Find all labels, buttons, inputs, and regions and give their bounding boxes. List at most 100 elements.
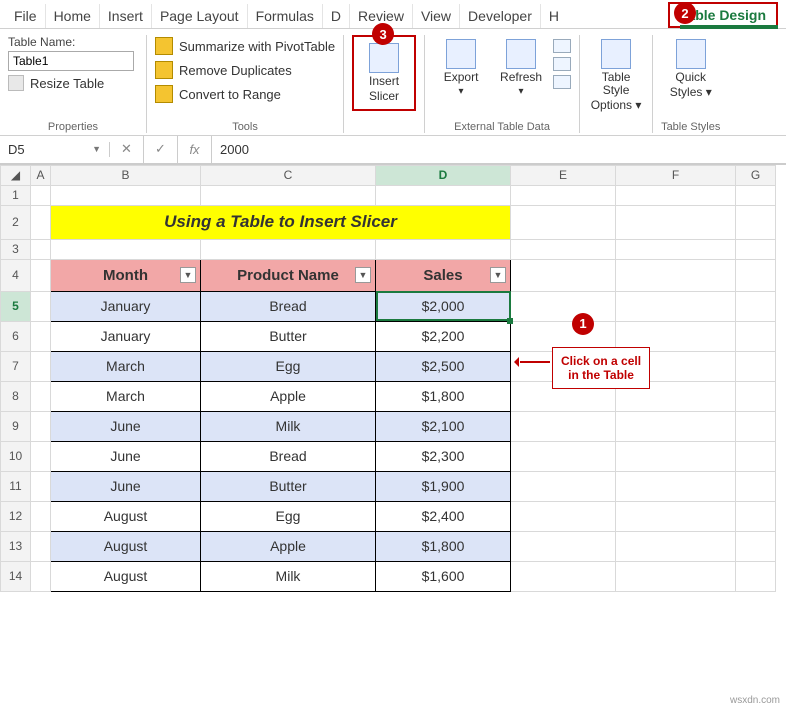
ext-mini-icon-3[interactable] [553, 75, 571, 89]
filter-month-icon[interactable]: ▼ [180, 267, 196, 283]
cell-C8[interactable]: Apple [201, 381, 376, 411]
cell-C13[interactable]: Apple [201, 531, 376, 561]
cell-D12[interactable]: $2,400 [376, 501, 511, 531]
col-C[interactable]: C [201, 165, 376, 185]
col-G[interactable]: G [736, 165, 776, 185]
fx-enter[interactable]: ✓ [144, 136, 178, 163]
cell-C9[interactable]: Milk [201, 411, 376, 441]
fill-handle[interactable] [507, 318, 513, 324]
cell-B5[interactable]: January [51, 291, 201, 321]
cell-D13[interactable]: $1,800 [376, 531, 511, 561]
cell-D8[interactable]: $1,800 [376, 381, 511, 411]
cell-D9[interactable]: $2,100 [376, 411, 511, 441]
tab-file[interactable]: File [6, 4, 46, 28]
cell-C5[interactable]: Bread [201, 291, 376, 321]
cell-B12[interactable]: August [51, 501, 201, 531]
group-style-options: Table Style Options ▾ [580, 35, 653, 133]
cell-C11[interactable]: Butter [201, 471, 376, 501]
cell-D11[interactable]: $1,900 [376, 471, 511, 501]
row-11[interactable]: 11 [1, 471, 31, 501]
cell-D10[interactable]: $2,300 [376, 441, 511, 471]
tab-developer[interactable]: Developer [460, 4, 541, 28]
row-12[interactable]: 12 [1, 501, 31, 531]
cell-D5-value: $2,000 [422, 298, 465, 314]
group-external-data: Export▾ Refresh▾ External Table Data [425, 35, 580, 133]
col-E[interactable]: E [511, 165, 616, 185]
fx-cancel[interactable]: ✕ [110, 136, 144, 163]
row-4[interactable]: 4 [1, 259, 31, 291]
col-A[interactable]: A [31, 165, 51, 185]
cell-C7[interactable]: Egg [201, 351, 376, 381]
convert-label: Convert to Range [179, 87, 281, 102]
header-product-label: Product Name [237, 267, 339, 284]
row-8[interactable]: 8 [1, 381, 31, 411]
cell-C6[interactable]: Butter [201, 321, 376, 351]
tab-home[interactable]: Home [46, 4, 100, 28]
title-banner[interactable]: Using a Table to Insert Slicer [51, 205, 511, 239]
filter-product-icon[interactable]: ▼ [355, 267, 371, 283]
cell-C10[interactable]: Bread [201, 441, 376, 471]
cell-C14[interactable]: Milk [201, 561, 376, 591]
table-style-options-button[interactable]: Table Style Options ▾ [588, 35, 644, 117]
ext-mini-icon-1[interactable] [553, 39, 571, 53]
header-month[interactable]: Month▼ [51, 259, 201, 291]
convert-range-button[interactable]: Convert to Range [155, 83, 335, 105]
tab-help-truncated[interactable]: H [541, 4, 567, 28]
col-F[interactable]: F [616, 165, 736, 185]
cell-B9[interactable]: June [51, 411, 201, 441]
badge-1: 1 [572, 313, 594, 335]
cell-D6[interactable]: $2,200 [376, 321, 511, 351]
col-B[interactable]: B [51, 165, 201, 185]
row-3[interactable]: 3 [1, 239, 31, 259]
col-D[interactable]: D [376, 165, 511, 185]
header-product[interactable]: Product Name ▼ [201, 259, 376, 291]
formula-input[interactable]: 2000 [212, 142, 786, 157]
cell-B6[interactable]: January [51, 321, 201, 351]
row-5[interactable]: 5 [1, 291, 31, 321]
cell-D14[interactable]: $1,600 [376, 561, 511, 591]
cell-D5-selected[interactable]: $2,000 [376, 291, 511, 321]
tab-data-truncated[interactable]: D [323, 4, 350, 28]
row-14[interactable]: 14 [1, 561, 31, 591]
select-all-corner[interactable]: ◢ [1, 165, 31, 185]
table-name-input[interactable] [8, 51, 134, 71]
summarize-pivot-button[interactable]: Summarize with PivotTable [155, 35, 335, 57]
tab-formulas[interactable]: Formulas [248, 4, 323, 28]
name-box[interactable]: D5▼ [0, 142, 110, 157]
row-1[interactable]: 1 [1, 185, 31, 205]
row-10[interactable]: 10 [1, 441, 31, 471]
header-sales[interactable]: Sales▼ [376, 259, 511, 291]
tab-page-layout[interactable]: Page Layout [152, 4, 248, 28]
group-properties-label: Properties [48, 117, 98, 133]
cell-B13[interactable]: August [51, 531, 201, 561]
row-2[interactable]: 2 [1, 205, 31, 239]
quick-styles-button[interactable]: Quick Styles ▾ [663, 35, 719, 103]
cell-C12[interactable]: Egg [201, 501, 376, 531]
cell-B10[interactable]: June [51, 441, 201, 471]
ribbon-body: Table Name: Resize Table Properties Summ… [0, 29, 786, 136]
filter-sales-icon[interactable]: ▼ [490, 267, 506, 283]
remove-duplicates-button[interactable]: Remove Duplicates [155, 59, 335, 81]
fx-icon[interactable]: fx [178, 136, 212, 163]
ext-mini-icon-2[interactable] [553, 57, 571, 71]
tab-view[interactable]: View [413, 4, 460, 28]
remove-dup-icon [155, 61, 173, 79]
cell-B8[interactable]: March [51, 381, 201, 411]
cell-B11[interactable]: June [51, 471, 201, 501]
style-options-label-2: Options [591, 98, 632, 112]
quick-styles-label-2: Styles [670, 85, 703, 99]
refresh-button[interactable]: Refresh▾ [493, 35, 549, 101]
row-9[interactable]: 9 [1, 411, 31, 441]
export-button[interactable]: Export▾ [433, 35, 489, 101]
cell-B14[interactable]: August [51, 561, 201, 591]
callout-arrow [520, 361, 550, 363]
convert-icon [155, 85, 173, 103]
tab-insert[interactable]: Insert [100, 4, 152, 28]
resize-table-button[interactable]: Resize Table [8, 73, 138, 93]
insert-slicer-button[interactable]: Insert Slicer [356, 39, 412, 107]
row-6[interactable]: 6 [1, 321, 31, 351]
row-13[interactable]: 13 [1, 531, 31, 561]
cell-D7[interactable]: $2,500 [376, 351, 511, 381]
row-7[interactable]: 7 [1, 351, 31, 381]
cell-B7[interactable]: March [51, 351, 201, 381]
